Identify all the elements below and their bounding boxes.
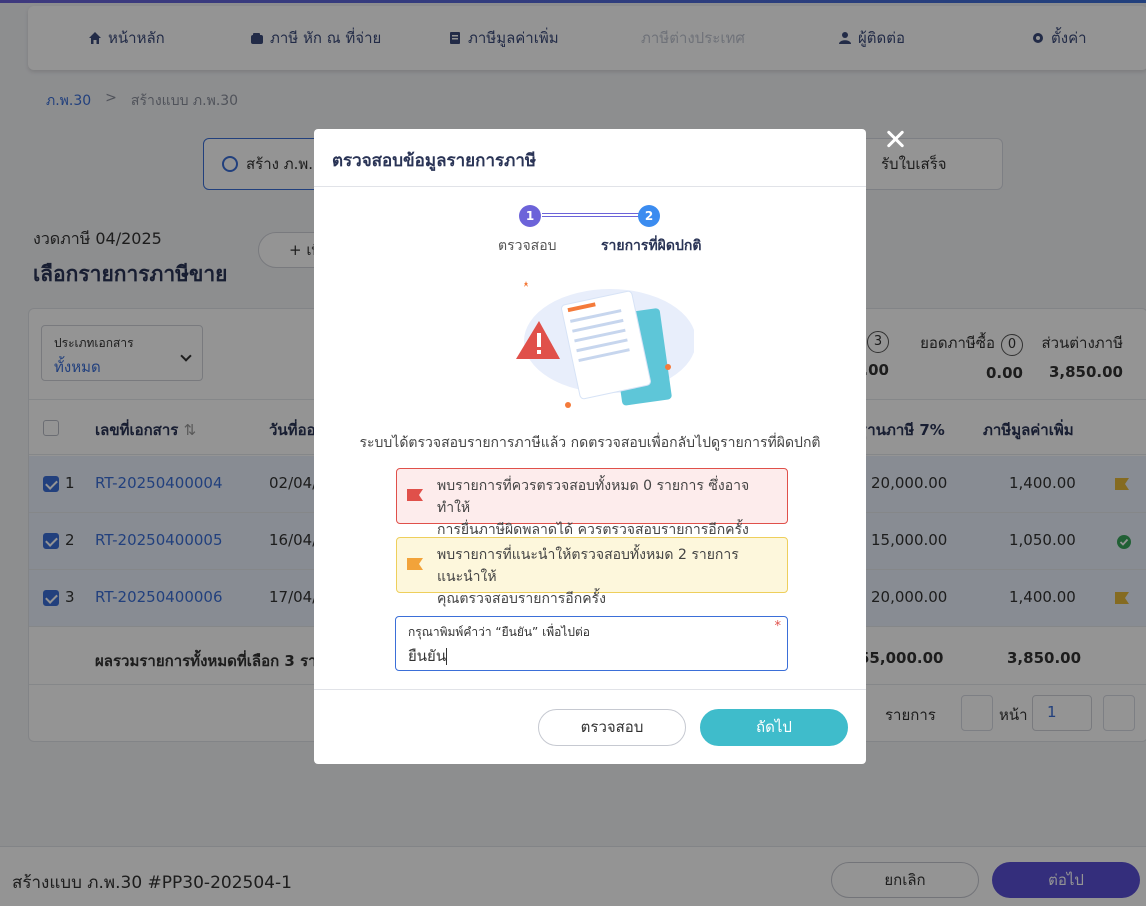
- warning-alert-line-2: คุณตรวจสอบรายการอีกครั้ง: [437, 591, 606, 607]
- step-2-label: รายการที่ผิดปกติ: [601, 238, 702, 254]
- tax-check-modal: ตรวจสอบข้อมูลรายการภาษี 1 2 ตรวจสอบ รายก…: [314, 129, 866, 764]
- text-caret: [446, 648, 448, 665]
- warning-document-illustration: [516, 281, 694, 408]
- error-flag-icon: [407, 489, 423, 501]
- warning-alert: พบรายการที่แนะนำให้ตรวจสอบทั้งหมด 2 รายก…: [396, 537, 788, 607]
- error-alert-line-1: พบรายการที่ควรตรวจสอบทั้งหมด 0 รายการ ซึ…: [437, 478, 750, 516]
- confirm-field-value[interactable]: ยืนยัน: [408, 647, 446, 665]
- step-2-dot: 2: [638, 205, 660, 227]
- required-marker: *: [774, 619, 782, 634]
- confirm-text-field[interactable]: กรุณาพิมพ์คำว่า “ยืนยัน” เพื่อไปต่อ * ยื…: [395, 616, 788, 671]
- modal-title: ตรวจสอบข้อมูลรายการภาษี: [332, 151, 537, 171]
- step-1-dot: 1: [519, 205, 541, 227]
- error-alert: พบรายการที่ควรตรวจสอบทั้งหมด 0 รายการ ซึ…: [396, 468, 788, 538]
- check-result-message: ระบบได้ตรวจสอบรายการภาษีแล้ว กดตรวจสอบเพ…: [359, 435, 821, 451]
- step-1-label: ตรวจสอบ: [498, 238, 557, 254]
- modal-footer-divider: [314, 689, 866, 690]
- modal-header-divider: [314, 186, 866, 187]
- close-icon[interactable]: [884, 128, 906, 150]
- confirm-field-label: กรุณาพิมพ์คำว่า “ยืนยัน” เพื่อไปต่อ: [408, 625, 590, 639]
- modal-next-button[interactable]: ถัดไป: [700, 709, 848, 746]
- check-button[interactable]: ตรวจสอบ: [538, 709, 686, 746]
- warning-flag-icon: [407, 558, 423, 570]
- warning-alert-line-1: พบรายการที่แนะนำให้ตรวจสอบทั้งหมด 2 รายก…: [437, 547, 739, 585]
- stepper-connector: [542, 213, 642, 217]
